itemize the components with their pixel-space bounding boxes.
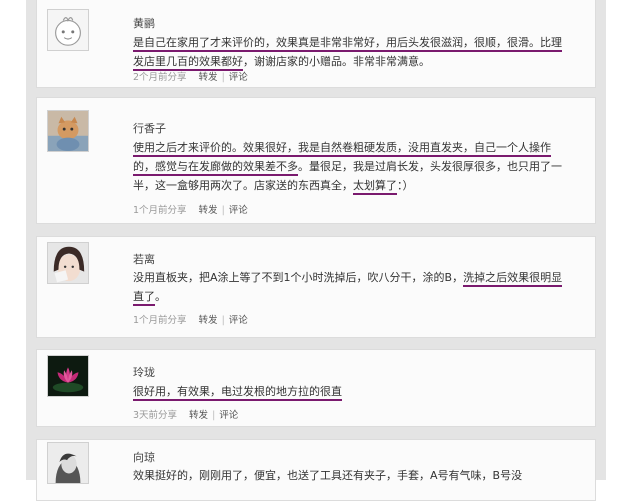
comment-link[interactable]: 评论 [229,315,248,326]
comment-text: 没用直板夹，把A涂上等了不到1个小时洗掉后，吹八分干，涂的B，洗掉之后效果很明显… [133,268,563,306]
author-name[interactable]: 黄鹂 [133,15,155,31]
comment-meta: 3天前分享 转发 | 评论 [133,407,238,421]
comment-text: 效果挺好的，刚刚用了，便宜，也送了工具还有夹子，手套，A号有气味，B号没 [133,466,573,485]
author-name[interactable]: 玲珑 [133,364,155,380]
cartoon-avatar-icon[interactable] [47,9,89,51]
comment-feed: 黄鹂 是自己在家用了才来评价的，效果真是非常非常好，用后头发很滋润，很顺，很滑。… [26,0,606,501]
sketch-avatar-icon[interactable] [47,442,89,484]
text-segment: 效果挺好的，刚刚用了，便宜，也送了工具还有夹子，手套，A号有气味，B号没 [133,469,523,482]
comment-meta: 2个月前分享 转发 | 评论 [133,69,248,83]
comment-card: 黄鹂 是自己在家用了才来评价的，效果真是非常非常好，用后头发很滋润，很顺，很滑。… [36,0,596,88]
lotus-photo-avatar-icon[interactable] [47,355,89,397]
text-segment: ：） [397,179,414,192]
text-segment: ，谢谢店家的小赠品。非常非常满意。 [243,55,430,68]
post-time: 3天前分享 [133,410,178,421]
repost-link[interactable]: 转发 [199,72,218,83]
comment-card: 若离 没用直板夹，把A涂上等了不到1个小时洗掉后，吹八分干，涂的B，洗掉之后效果… [36,236,596,338]
girl-photo-avatar-icon[interactable] [47,242,89,284]
comment-link[interactable]: 评论 [229,72,248,83]
repost-link[interactable]: 转发 [189,410,208,421]
action-separator: | [212,410,216,421]
comment-card: 玲珑 很好用，有效果，电过发根的地方拉的很直 3天前分享 转发 | 评论 [36,349,596,427]
action-separator: | [221,205,225,216]
post-time: 1个月前分享 [133,205,187,216]
comment-text: 是自己在家用了才来评价的，效果真是非常非常好，用后头发很滋润，很顺，很滑。比理发… [133,33,563,71]
underlined-highlight: 太划算了 [353,179,397,195]
author-name[interactable]: 向琼 [133,449,155,465]
action-separator: | [221,72,225,83]
comment-card: 行香子 使用之后才来评价的。效果很好，我是自然卷粗硬发质，没用直发夹，自己一个人… [36,97,596,224]
author-name[interactable]: 行香子 [133,120,166,136]
comment-card: 向琼 效果挺好的，刚刚用了，便宜，也送了工具还有夹子，手套，A号有气味，B号没 [36,439,596,501]
text-segment: 。 [155,290,166,303]
cat-photo-avatar-icon[interactable] [47,110,89,152]
text-segment: 没用直板夹，把A涂上等了不到1个小时洗掉后，吹八分干，涂的B， [133,271,464,284]
comment-link[interactable]: 评论 [229,205,248,216]
underlined-highlight: 很好用，有效果，电过发根的地方拉的很直 [133,385,342,401]
comment-link[interactable]: 评论 [219,410,238,421]
post-time: 2个月前分享 [133,72,187,83]
author-name[interactable]: 若离 [133,251,155,267]
comment-text: 使用之后才来评价的。效果很好，我是自然卷粗硬发质，没用直发夹，自己一个人操作的，… [133,138,563,195]
action-separator: | [221,315,225,326]
comment-text: 很好用，有效果，电过发根的地方拉的很直 [133,382,563,401]
post-time: 1个月前分享 [133,315,187,326]
comment-meta: 1个月前分享 转发 | 评论 [133,312,248,326]
comment-meta: 1个月前分享 转发 | 评论 [133,202,248,216]
repost-link[interactable]: 转发 [199,205,218,216]
repost-link[interactable]: 转发 [199,315,218,326]
